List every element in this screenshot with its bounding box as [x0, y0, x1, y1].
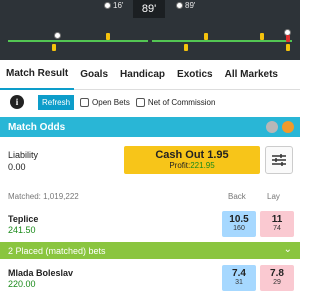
market-header: Match Odds — [0, 117, 300, 137]
yellow-card-icon — [106, 33, 110, 40]
info-icon[interactable]: i — [10, 95, 24, 109]
yellow-card-icon — [286, 44, 290, 51]
tab-all-markets[interactable]: All Markets — [219, 60, 284, 90]
profit-value: 221.95 — [190, 161, 215, 170]
first-half-bar — [8, 40, 148, 42]
lay-column-header: Lay — [267, 192, 280, 201]
liability-value: 0.00 — [8, 162, 26, 172]
back-odds-button[interactable]: 7.4 31 — [222, 265, 256, 291]
tab-match-result[interactable]: Match Result — [0, 60, 75, 90]
liability-label: Liability — [8, 150, 39, 160]
refresh-button[interactable]: Refresh — [38, 94, 75, 110]
back-size: 160 — [233, 225, 245, 232]
match-timeline: 16' 89' 89' — [0, 0, 300, 60]
tab-exotics[interactable]: Exotics — [171, 60, 219, 90]
placed-bets-label: 2 Placed (matched) bets — [8, 245, 106, 256]
goal-time-left: 16' — [113, 1, 124, 10]
sliders-icon — [272, 154, 286, 166]
runner-position: 220.00 — [8, 279, 36, 289]
goal-time-right: 89' — [185, 1, 196, 10]
lay-odds-button[interactable]: 11 74 — [260, 211, 294, 237]
cash-out-settings-button[interactable] — [265, 146, 293, 174]
net-of-commission-checkbox[interactable]: Net of Commission — [135, 97, 216, 107]
cash-out-label: Cash Out 1.95 — [155, 149, 229, 161]
back-column-header: Back — [228, 192, 246, 201]
matched-amount: Matched: 1,019,222 — [8, 192, 79, 201]
tab-goals[interactable]: Goals — [74, 60, 114, 90]
second-half-bar — [152, 40, 292, 42]
net-of-commission-label: Net of Commission — [147, 97, 216, 107]
lay-size: 74 — [273, 225, 281, 232]
goal-marker-right: 89' — [176, 1, 195, 10]
market-tabs: Match Result Goals Handicap Exotics All … — [0, 60, 300, 90]
cash-out-button[interactable]: Cash Out 1.95 Profit:221.95 — [124, 146, 260, 174]
lay-odds-button[interactable]: 7.8 29 — [260, 265, 294, 291]
match-clock: 89' — [133, 0, 165, 18]
lay-price: 11 — [271, 214, 283, 225]
market-toolbar: i Refresh Open Bets Net of Commission — [0, 90, 300, 114]
goal-marker-left: 16' — [104, 1, 123, 10]
yellow-card-icon — [184, 44, 188, 51]
status-dot-icon — [266, 121, 278, 133]
open-bets-checkbox[interactable]: Open Bets — [80, 97, 130, 107]
cash-out-profit: Profit:221.95 — [124, 161, 260, 170]
lay-price: 7.8 — [270, 268, 284, 279]
football-icon — [176, 2, 183, 9]
yellow-card-icon — [52, 44, 56, 51]
football-icon — [104, 2, 111, 9]
runner-name: Mlada Boleslav — [8, 268, 74, 278]
goal-event-icon — [54, 32, 61, 39]
back-odds-button[interactable]: 10.5 160 — [222, 211, 256, 237]
chevron-down-icon[interactable]: ⌄ — [284, 244, 292, 255]
market-title: Match Odds — [8, 121, 66, 133]
checkbox-box[interactable] — [80, 97, 90, 107]
lay-size: 29 — [273, 279, 281, 286]
tab-handicap[interactable]: Handicap — [114, 60, 171, 90]
favourite-dot-icon[interactable] — [282, 121, 294, 133]
open-bets-label: Open Bets — [92, 97, 130, 107]
red-card-icon — [286, 35, 290, 42]
profit-label: Profit: — [169, 161, 191, 170]
runner-position: 241.50 — [8, 225, 36, 235]
placed-bets-bar[interactable]: 2 Placed (matched) bets ⌄ — [0, 242, 300, 259]
checkbox-box[interactable] — [135, 97, 145, 107]
yellow-card-icon — [260, 33, 264, 40]
back-price: 10.5 — [229, 214, 249, 225]
back-price: 7.4 — [232, 268, 246, 279]
yellow-card-icon — [204, 33, 208, 40]
runner-name: Teplice — [8, 214, 39, 224]
back-size: 31 — [235, 279, 243, 286]
